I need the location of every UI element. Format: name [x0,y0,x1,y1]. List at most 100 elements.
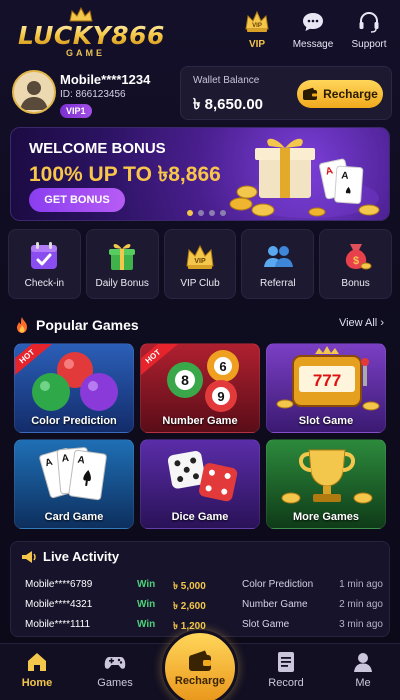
home-icon [28,653,46,671]
live-activity-header: Live Activity [21,549,119,564]
check-in-label: Check-in [24,277,65,289]
recharge-button-label: Recharge [323,87,378,101]
popular-games-title: Popular Games [36,317,139,333]
trophy-illustration [281,449,373,504]
quick-actions: Check-in Daily Bonus VIP VIP Club Referr… [8,229,392,299]
referral-button[interactable]: Referral [241,229,315,299]
recharge-button[interactable]: Recharge [297,80,383,108]
headset-icon [355,8,383,36]
game-name: Color Prediction [31,415,117,427]
nav-recharge-button[interactable]: Recharge [162,630,238,700]
megaphone-icon [22,550,36,563]
nav-record[interactable]: Record [258,650,314,689]
vip-club-button[interactable]: VIP VIP Club [163,229,237,299]
fire-icon [17,317,27,333]
game-title: Slot Game [242,619,290,630]
svg-text:8: 8 [181,372,189,388]
app-root: LUCKY866 GAME VIP VIP Message Support Mo… [0,0,400,700]
wallet-label: Wallet Balance [193,75,260,86]
game-card-card-game[interactable]: A A A Card Game [14,439,134,529]
banner-pagination [187,210,226,216]
view-all-link[interactable]: View All › [339,317,384,329]
live-activity-panel: Live Activity Mobile****6789 Win ৳ 5,000… [10,541,390,637]
wallet-card: Wallet Balance ৳ 8,650.00 Recharge [180,66,392,120]
chevron-right-icon: › [380,317,384,329]
playing-cards-illustration: A A A [39,447,107,501]
logo[interactable]: LUCKY866 GAME [10,5,164,58]
check-in-button[interactable]: Check-in [8,229,81,299]
svg-text:9: 9 [217,389,224,404]
svg-text:$: $ [353,255,359,267]
timestamp: 3 min ago [339,619,383,630]
header: LUCKY866 GAME VIP VIP Message Support [0,0,400,62]
live-activity-list: Mobile****6789 Win ৳ 5,000 Color Predict… [25,576,385,636]
game-card-slot-game[interactable]: 777 Slot Game [266,343,386,433]
account-section: Mobile****1234 ID: 866123456 VIP1 Wallet… [0,64,400,122]
slot-machine-illustration: 777 [276,346,380,411]
vip-button[interactable]: VIP VIP [232,8,282,50]
banner-dot[interactable] [187,210,193,216]
wallet-icon [189,650,211,671]
logo-subtitle: GAME [66,48,105,58]
game-name: Dice Game [171,511,229,523]
banner-dot[interactable] [198,210,204,216]
nav-record-label: Record [268,677,304,689]
win-status: Win [137,599,156,610]
svg-text:A: A [61,453,69,465]
daily-bonus-button[interactable]: Daily Bonus [85,229,159,299]
gamepad-icon [104,657,126,669]
svg-text:VIP: VIP [194,258,206,265]
game-card-more-games[interactable]: More Games [266,439,386,529]
game-title: Number Game [242,599,308,610]
message-button[interactable]: Message [288,8,338,50]
svg-text:VIP: VIP [252,23,262,29]
vip-level-badge: VIP1 [60,104,92,118]
chat-icon [299,8,327,36]
win-status: Win [137,619,156,630]
gift-icon [109,243,136,270]
timestamp: 1 min ago [339,579,383,590]
svg-text:A: A [341,170,349,181]
account-name: Mobile****1234 [60,72,151,87]
vip-crown-icon: VIP [186,244,214,269]
list-item: Mobile****4321 Win ৳ 2,600 Number Game 2… [25,596,385,616]
support-button[interactable]: Support [344,8,394,50]
bottom-nav: Home Games Recharge Record Me [0,630,400,700]
game-name: Slot Game [298,415,354,427]
live-activity-title: Live Activity [43,549,120,564]
message-label: Message [292,39,334,50]
nav-home[interactable]: Home [9,650,65,689]
svg-text:777: 777 [313,371,341,390]
games-grid: HOT Color Prediction 6 8 9 HOT Number Ga… [14,343,386,529]
get-bonus-button[interactable]: GET BONUS [29,188,125,212]
nav-me-label: Me [355,677,371,689]
support-label: Support [351,39,387,50]
logo-text: LUCKY866 [18,21,165,50]
nav-me[interactable]: Me [335,650,391,689]
welcome-bonus-banner[interactable]: WELCOME BONUS 100% UP TO ৳8,866 GET BONU… [10,127,390,221]
nav-recharge-label: Recharge [174,675,226,687]
game-title: Color Prediction [242,579,314,590]
winner-user: Mobile****6789 [25,579,93,590]
winner-user: Mobile****4321 [25,599,93,610]
svg-text:6: 6 [219,359,226,374]
nav-home-label: Home [21,677,53,689]
bonus-button[interactable]: $ Bonus [319,229,392,299]
avatar[interactable] [12,70,56,114]
wallet-balance: ৳ 8,650.00 [193,96,264,113]
nav-games[interactable]: Games [87,650,143,689]
account-id: ID: 866123456 [60,89,126,100]
list-item: Mobile****6789 Win ৳ 5,000 Color Predict… [25,576,385,596]
document-icon [278,652,294,672]
wallet-icon [303,87,318,100]
view-all-label: View All [338,317,378,329]
banner-dot[interactable] [209,210,215,216]
game-card-color-prediction[interactable]: HOT Color Prediction [14,343,134,433]
banner-dot[interactable] [220,210,226,216]
vip-label: VIP [248,39,266,50]
svg-text:A: A [77,455,86,467]
game-card-dice-game[interactable]: Dice Game [140,439,260,529]
game-card-number-game[interactable]: 6 8 9 HOT Number Game [140,343,260,433]
user-icon [354,653,372,672]
nav-games-label: Games [97,677,133,689]
